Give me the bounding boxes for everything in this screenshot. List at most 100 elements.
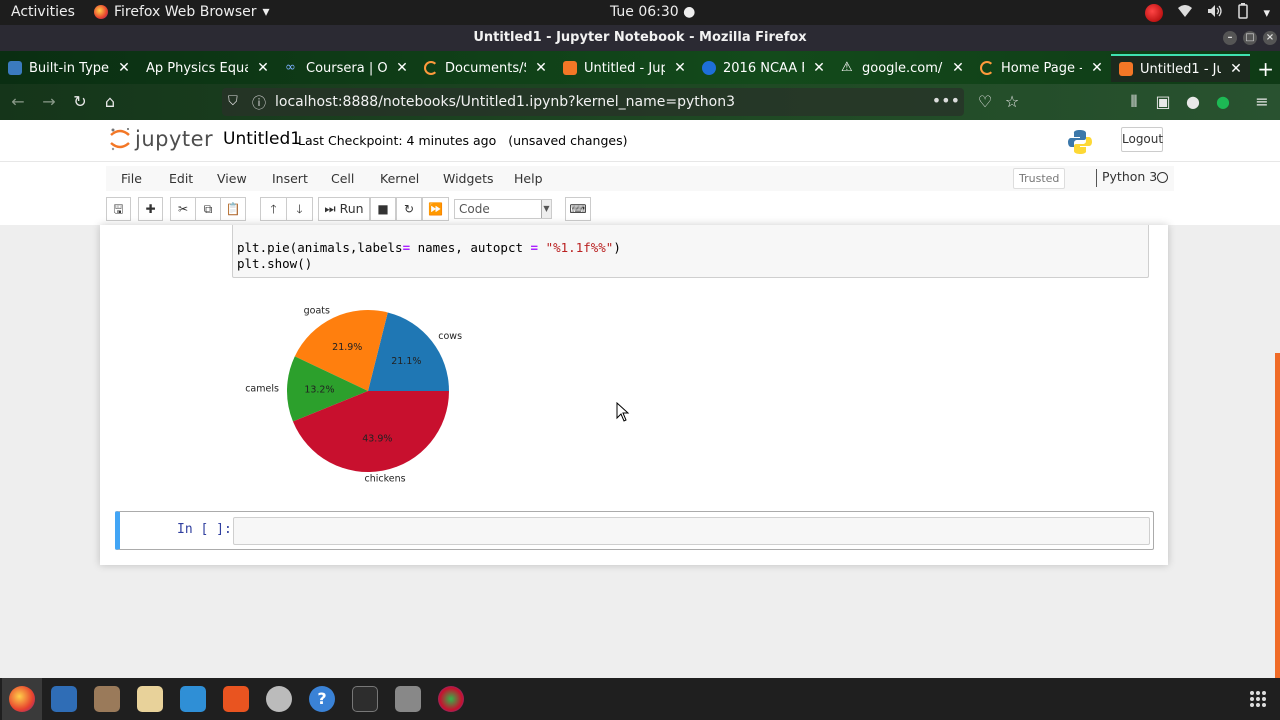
app-menu[interactable]: Firefox Web Browser ▾ [94, 4, 270, 20]
new-tab-button[interactable]: + [1257, 57, 1274, 81]
firefox-icon[interactable] [9, 686, 35, 712]
library-icon[interactable]: ⫴ [1124, 92, 1144, 112]
restart-icon[interactable]: ↻ [396, 197, 422, 221]
close-icon[interactable]: ✕ [811, 60, 827, 76]
software-icon[interactable] [223, 686, 249, 712]
keyboard-icon[interactable]: ⌨ [565, 197, 591, 221]
copy-icon[interactable]: ⧉ [195, 197, 221, 221]
jupyter-logo[interactable]: jupyter [109, 126, 213, 152]
paste-icon[interactable]: 📋 [220, 197, 246, 221]
url-bar[interactable]: ⛉ ⓘ localhost:8888/notebooks/Untitled1.i… [222, 88, 964, 116]
checkpoint-status: Last Checkpoint: 4 minutes ago (unsaved … [298, 133, 627, 148]
tab-google[interactable]: ⚠ google.com/ ✕ [833, 54, 972, 82]
page-actions-icon[interactable]: ••• [932, 91, 960, 110]
close-icon[interactable]: ✕ [1089, 60, 1105, 76]
close-icon[interactable]: ✕ [533, 60, 549, 76]
close-icon[interactable]: ✕ [394, 60, 410, 76]
clock[interactable]: Tue 06:30 ● [610, 4, 695, 20]
close-icon[interactable]: ✕ [950, 60, 966, 76]
activities-button[interactable]: Activities [11, 4, 75, 20]
logout-button[interactable]: Logout [1121, 127, 1163, 152]
cell-editor[interactable] [233, 517, 1150, 545]
files-icon[interactable] [94, 686, 120, 712]
tab-builtin-types[interactable]: Built-in Type ✕ [0, 54, 138, 82]
close-icon[interactable]: ✕ [116, 60, 132, 76]
move-up-icon[interactable]: 🡑 [260, 197, 287, 221]
menu-file[interactable]: File [121, 171, 142, 186]
close-window-button[interactable]: × [1263, 31, 1277, 45]
menu-kernel[interactable]: Kernel [380, 171, 419, 186]
screenshot-icon[interactable] [395, 686, 421, 712]
cut-icon[interactable]: ✂ [170, 197, 196, 221]
loading-icon [424, 61, 438, 75]
pocket-icon[interactable]: ♡ [975, 92, 995, 111]
menu-cell[interactable]: Cell [331, 171, 354, 186]
tab-ncaa[interactable]: 2016 NCAA F ✕ [694, 54, 833, 82]
close-icon[interactable]: ✕ [255, 60, 271, 76]
kernel-status-icon [1157, 172, 1168, 183]
code-token: ) [613, 240, 621, 255]
url-text[interactable]: localhost:8888/notebooks/Untitled1.ipynb… [275, 94, 735, 110]
tab-documents[interactable]: Documents/S ✕ [416, 54, 555, 82]
info-icon[interactable]: ⓘ [252, 93, 266, 113]
minimize-button[interactable]: – [1223, 31, 1237, 45]
tab-untitled[interactable]: Untitled - Jup ✕ [555, 54, 694, 82]
restart-run-all-icon[interactable]: ⏩ [422, 197, 449, 221]
interrupt-icon[interactable]: ■ [370, 197, 396, 221]
menu-view[interactable]: View [217, 171, 247, 186]
reload-icon[interactable]: ↻ [70, 92, 90, 111]
notebook-container: plt.pie(animals,labels= names, autopct =… [100, 225, 1168, 565]
system-tray[interactable]: ▾ [1145, 3, 1270, 23]
sidebar-icon[interactable]: ▣ [1153, 92, 1173, 111]
menu-insert[interactable]: Insert [272, 171, 308, 186]
home-icon[interactable]: ⌂ [100, 92, 120, 111]
close-icon[interactable]: ✕ [1228, 61, 1244, 77]
writer-icon[interactable] [180, 686, 206, 712]
move-down-icon[interactable]: 🡓 [286, 197, 313, 221]
code-cell-input[interactable]: plt.pie(animals,labels= names, autopct =… [232, 225, 1149, 278]
hamburger-menu-icon[interactable]: ≡ [1252, 92, 1272, 111]
maximize-button[interactable]: □ [1243, 31, 1257, 45]
loading-icon [980, 61, 994, 75]
power-menu-icon: ▾ [1263, 5, 1270, 21]
terminal-icon[interactable] [352, 686, 378, 712]
save-icon[interactable]: 🖫 [106, 197, 131, 221]
thunderbird-icon[interactable] [51, 686, 77, 712]
account-icon[interactable]: ● [1183, 92, 1203, 111]
checkpoint-text: Last Checkpoint: 4 minutes ago [298, 133, 497, 148]
tab-home-page[interactable]: Home Page - ✕ [972, 54, 1111, 82]
tab-label: 2016 NCAA F [723, 60, 804, 76]
menu-help[interactable]: Help [514, 171, 543, 186]
help-icon[interactable]: ? [309, 686, 335, 712]
pie-chart: 21.1% cows 21.9% goats 13.2% camels 43.9% chick… [245, 305, 462, 484]
grammarly-icon[interactable]: ● [1213, 92, 1233, 111]
menu-edit[interactable]: Edit [169, 171, 193, 186]
tab-coursera[interactable]: ∞ Coursera | Or ✕ [277, 54, 416, 82]
pie-label-cows: cows [438, 331, 462, 342]
insert-cell-below-icon[interactable]: ✚ [138, 197, 163, 221]
cell-type-select[interactable]: Code ▼ [454, 199, 552, 219]
bookmark-star-icon[interactable]: ☆ [1002, 92, 1022, 111]
run-button[interactable]: ⏭ Run [318, 197, 370, 221]
globe-icon [702, 61, 716, 75]
code-operator: = [402, 240, 411, 255]
back-arrow-icon[interactable]: ← [8, 92, 28, 111]
wifi-icon [1177, 4, 1193, 22]
show-applications-icon[interactable] [1250, 691, 1266, 707]
navigation-bar: ← → ↻ ⌂ ⛉ ⓘ localhost:8888/notebooks/Unt… [0, 84, 1280, 120]
notebook-name[interactable]: Untitled1 [223, 129, 301, 149]
shield-icon[interactable]: ⛉ [228, 94, 238, 109]
disc-icon[interactable] [266, 686, 292, 712]
forward-arrow-icon[interactable]: → [39, 92, 59, 111]
page-scrollbar[interactable] [1275, 353, 1280, 678]
chrome-icon[interactable] [438, 686, 464, 712]
empty-input-cell[interactable]: In [ ]: [115, 511, 1154, 550]
tab-untitled1-active[interactable]: Untitled1 - Ju ✕ [1111, 54, 1250, 82]
trusted-indicator[interactable]: Trusted [1013, 168, 1066, 189]
tab-ap-physics[interactable]: Ap Physics Equa ✕ [138, 54, 277, 82]
rhythmbox-icon[interactable] [137, 686, 163, 712]
menu-widgets[interactable]: Widgets [443, 171, 494, 186]
close-icon[interactable]: ✕ [672, 60, 688, 76]
record-icon[interactable] [1145, 4, 1164, 22]
jupyter-header: jupyter Untitled1 Last Checkpoint: 4 min… [0, 120, 1280, 161]
